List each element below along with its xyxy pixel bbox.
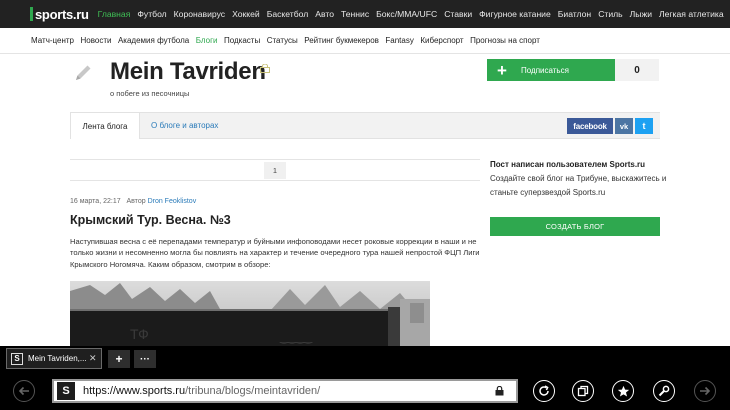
tools-button[interactable] — [653, 380, 675, 402]
sidebar-text: Создайте свой блог на Трибуне, выскажите… — [490, 174, 667, 197]
post-meta: 16 марта, 22:17 Автор Dron Feoklistov — [70, 198, 196, 205]
vk-share-button[interactable]: vk — [615, 118, 633, 134]
blog-tabs: Лента блога О блоге и авторах facebook v… — [70, 112, 660, 139]
post-author-link[interactable]: Dron Feoklistov — [148, 198, 197, 205]
subnav-item-esports[interactable]: Киберспорт — [420, 36, 463, 45]
nav-item-coronavirus[interactable]: Коронавирус — [174, 9, 225, 19]
tab-about-blog[interactable]: О блоге и авторах — [150, 112, 218, 139]
nav-item-bets[interactable]: Ставки — [444, 9, 472, 19]
close-tab-icon[interactable]: ✕ — [89, 353, 97, 364]
nav-item-style[interactable]: Стиль — [598, 9, 622, 19]
post-title[interactable]: Крымский Тур. Весна. №3 — [70, 213, 231, 227]
nav-item-auto[interactable]: Авто — [315, 9, 334, 19]
nav-item-figure-skating[interactable]: Фигурное катание — [479, 9, 551, 19]
blog-title: Mein Tavriden — [110, 58, 266, 85]
subnav-item-academy[interactable]: Академия футбола — [118, 36, 189, 45]
post-image[interactable]: ТФ ‿‿‿‿ — [70, 281, 430, 346]
url-host: https://www.sports.ru — [83, 385, 186, 397]
nav-item-athletics[interactable]: Легкая атлетика — [659, 9, 724, 19]
browser-tab-active[interactable]: S Mein Tavriden,... ✕ — [6, 348, 102, 369]
svg-text:‿‿‿‿: ‿‿‿‿ — [279, 333, 313, 344]
sports-ru-logo[interactable]: sports.ru — [30, 7, 89, 22]
nav-item-main[interactable]: Главная — [98, 9, 131, 19]
tabs-button[interactable] — [572, 380, 594, 402]
page-number-current[interactable]: 1 — [264, 162, 286, 179]
forward-button[interactable] — [694, 380, 716, 402]
sidebar-title: Пост написан пользователем Sports.ru — [490, 160, 646, 169]
pagination: 1 — [70, 159, 480, 181]
subnav-item-blogs[interactable]: Блоги — [196, 36, 218, 45]
nav-item-basketball[interactable]: Баскетбол — [267, 9, 309, 19]
address-bar[interactable]: S https://www.sports.ru/tribuna/blogs/me… — [52, 379, 518, 403]
sub-navigation: Матч-центр Новости Академия футбола Блог… — [0, 28, 730, 54]
tab-options-button[interactable]: ··· — [134, 350, 156, 368]
subscribe-label: Подписаться — [521, 65, 569, 75]
nav-item-ski[interactable]: Лыжи — [630, 9, 652, 19]
favicon-icon: S — [11, 352, 23, 365]
browser-address-row: S https://www.sports.ru/tribuna/blogs/me… — [0, 372, 730, 410]
subnav-item-podcasts[interactable]: Подкасты — [224, 36, 260, 45]
subnav-item-predictions[interactable]: Прогнозы на спорт — [470, 36, 540, 45]
nav-item-tennis[interactable]: Теннис — [341, 9, 369, 19]
twitter-share-button[interactable]: t — [635, 118, 653, 134]
subnav-item-bookmakers[interactable]: Рейтинг букмекеров — [304, 36, 379, 45]
nav-item-boxing[interactable]: Бокс/ММА/UFC — [376, 9, 437, 19]
tab-blog-feed[interactable]: Лента блога — [70, 112, 140, 139]
plus-icon: + — [497, 60, 507, 80]
new-tab-button[interactable]: + — [108, 350, 130, 368]
url-text[interactable]: https://www.sports.ru/tribuna/blogs/mein… — [83, 385, 320, 397]
browser-tab-title: Mein Tavriden,... — [28, 354, 86, 363]
post-author-label: Автор — [126, 198, 146, 205]
wrench-icon — [658, 385, 670, 397]
padlock-icon — [495, 386, 504, 396]
site-identity-icon: S — [57, 382, 75, 400]
blog-subtitle: о побеге из песочницы — [110, 89, 190, 98]
forward-arrow-icon — [700, 386, 711, 396]
back-button[interactable] — [13, 380, 35, 402]
subnav-item-fantasy[interactable]: Fantasy — [385, 36, 413, 45]
subnav-item-statuses[interactable]: Статусы — [267, 36, 298, 45]
pencil-icon — [76, 65, 91, 80]
logo-mark — [30, 7, 33, 21]
nav-item-hockey[interactable]: Хоккей — [232, 9, 260, 19]
tabs-icon — [577, 385, 589, 397]
post-body: Наступившая весна с её перепадами темпер… — [70, 237, 480, 269]
browser-tabstrip: S Mein Tavriden,... ✕ + ··· — [0, 346, 730, 372]
star-icon — [617, 385, 629, 396]
post-date: 16 марта, 22:17 — [70, 198, 121, 205]
svg-text:ТФ: ТФ — [130, 326, 149, 342]
subnav-item-news[interactable]: Новости — [81, 36, 112, 45]
refresh-icon — [539, 385, 549, 396]
nav-item-biathlon[interactable]: Биатлон — [558, 9, 591, 19]
subscriber-count: 0 — [615, 59, 659, 81]
favorites-button[interactable] — [612, 380, 634, 402]
nav-item-football[interactable]: Футбол — [137, 9, 166, 19]
url-path: /tribuna/blogs/meintavriden/ — [185, 385, 321, 397]
create-blog-button[interactable]: СОЗДАТЬ БЛОГ — [490, 217, 660, 236]
back-arrow-icon — [18, 386, 29, 396]
facebook-share-button[interactable]: facebook — [567, 118, 613, 134]
subnav-item-match-center[interactable]: Матч-центр — [31, 36, 74, 45]
top-navigation: sports.ru Главная Футбол Коронавирус Хок… — [0, 0, 730, 28]
lock-icon — [260, 64, 270, 73]
refresh-button[interactable] — [533, 380, 555, 402]
logo-text: sports.ru — [35, 6, 89, 22]
subscribe-button[interactable]: + Подписаться — [487, 59, 615, 81]
